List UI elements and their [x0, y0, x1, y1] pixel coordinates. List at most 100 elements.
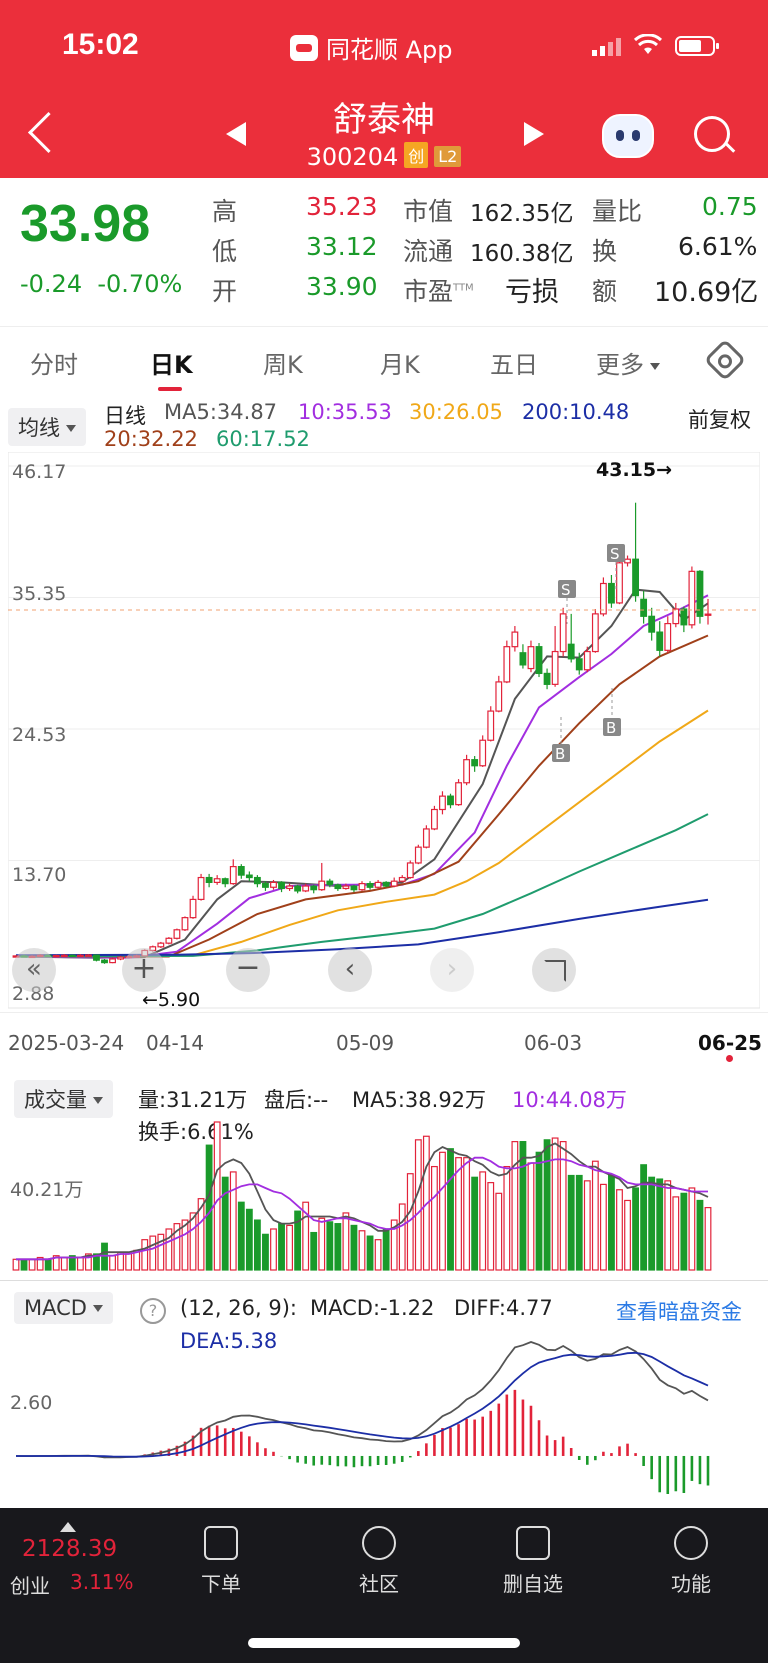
amount-label: 额 — [592, 277, 618, 306]
volume-bar — [310, 1231, 318, 1271]
fullscreen-icon[interactable] — [532, 948, 576, 992]
volume-bar — [221, 1176, 229, 1271]
change-value: -0.24 — [20, 270, 83, 298]
volume-bar — [503, 1165, 511, 1271]
signal-icon — [592, 36, 621, 56]
after-hours: 盘后:-- — [264, 1088, 329, 1112]
volume-bar — [414, 1139, 422, 1271]
candle-body — [559, 613, 567, 653]
board-tag: 创 — [404, 142, 429, 168]
candle-body — [632, 558, 639, 597]
tab-five-day[interactable]: 五日 — [490, 345, 538, 380]
tab-weekly-k[interactable]: 周K — [263, 345, 303, 380]
candle-body — [165, 937, 173, 944]
candle-body — [503, 646, 511, 683]
nav-remove-watchlist[interactable]: 删自选 — [488, 1526, 578, 1597]
robot-assistant-icon[interactable] — [602, 114, 654, 158]
mcap-label: 市值 — [403, 197, 454, 226]
macd-selector[interactable]: MACD — [14, 1292, 113, 1324]
settings-icon[interactable] — [703, 338, 747, 382]
scroll-right-icon[interactable]: › — [430, 948, 474, 992]
volume-bar — [688, 1187, 696, 1271]
tab-more[interactable]: 更多 — [596, 345, 660, 380]
nav-remove-label: 删自选 — [503, 1572, 563, 1596]
period-tabs: 分时 日K 周K 月K 五日 更多 — [0, 326, 768, 393]
adjust-mode[interactable]: 前复权 — [688, 404, 751, 434]
next-stock-icon[interactable] — [524, 122, 544, 146]
nav-functions[interactable]: 功能 — [646, 1526, 736, 1597]
candle-body — [189, 898, 197, 919]
ma5-value: MA5:34.87 — [164, 400, 278, 424]
pe-sup: TTM — [453, 282, 474, 294]
max-price-label: 43.15→ — [596, 459, 672, 481]
volume-bar — [382, 1228, 390, 1271]
volume-bar — [616, 1189, 623, 1271]
tab-daily-k[interactable]: 日K — [150, 345, 193, 380]
zoom-in-icon[interactable]: + — [122, 948, 166, 992]
dark-pool-link[interactable]: 查看暗盘资金 — [616, 1296, 742, 1326]
high-value: 35.23 — [306, 192, 378, 221]
tab-timeshare[interactable]: 分时 — [30, 345, 78, 380]
ma-selector-label: 均线 — [18, 416, 60, 440]
status-icons — [592, 34, 719, 56]
kline-chart[interactable]: 46.17 35.35 24.53 13.70 S S B B 43.15→ ←… — [8, 452, 760, 1010]
candle-body — [495, 681, 503, 712]
candle-body — [326, 880, 334, 886]
candle-body — [245, 874, 253, 879]
macd-chart: 2.60 — [10, 1341, 710, 1494]
macd-value: MACD:-1.22 — [310, 1296, 435, 1320]
open-label: 开 — [212, 277, 238, 306]
last-price: 33.98 — [20, 195, 151, 253]
y-label-4: 13.70 — [12, 864, 66, 886]
volume-bar — [487, 1182, 495, 1271]
candle-body — [439, 795, 446, 811]
candle-body — [366, 883, 374, 888]
candle-body — [648, 615, 656, 633]
candle-body — [278, 881, 285, 890]
candle-body — [543, 672, 551, 685]
volume-bar — [519, 1141, 527, 1271]
zoom-out-icon[interactable]: − — [226, 948, 270, 992]
collapse-left-icon[interactable]: « — [12, 948, 56, 992]
candle-body — [608, 582, 615, 604]
low-label: 低 — [212, 237, 238, 266]
index-percent: 3.11% — [70, 1570, 134, 1594]
candle-body — [431, 808, 438, 830]
candle-body — [406, 862, 414, 879]
scroll-left-icon[interactable]: ‹ — [328, 948, 372, 992]
candle-body — [334, 884, 342, 890]
nav-community-label: 社区 — [359, 1572, 399, 1596]
date-start: 2025-03-24 — [8, 1031, 125, 1055]
volume-bar — [28, 1258, 36, 1271]
candle-body — [173, 929, 181, 939]
candle-body — [463, 759, 471, 784]
volume-bar — [229, 1171, 237, 1271]
candle-body — [414, 846, 422, 864]
order-icon — [204, 1526, 238, 1560]
svg-text:B: B — [555, 745, 565, 763]
status-app-name: 同花顺 App — [290, 30, 453, 65]
candle-body — [318, 880, 326, 891]
date-end: 06-25 — [698, 1031, 762, 1055]
tab-monthly-k[interactable]: 月K — [380, 345, 420, 380]
candle-body — [567, 643, 575, 660]
macd-selector-label: MACD — [24, 1296, 87, 1320]
turnover-value: 6.61% — [678, 232, 758, 261]
svg-text:S: S — [610, 545, 620, 563]
index-value[interactable]: 2128.39 — [22, 1536, 117, 1562]
nav-community[interactable]: 社区 — [334, 1526, 424, 1597]
volume-bar — [398, 1203, 406, 1271]
active-tab-indicator — [158, 387, 182, 391]
help-icon[interactable]: ? — [140, 1298, 166, 1324]
ma-selector[interactable]: 均线 — [8, 408, 86, 446]
volume-bar — [551, 1137, 559, 1271]
volume-bar — [648, 1176, 656, 1271]
mcap-value: 162.35亿 — [470, 201, 574, 227]
search-icon[interactable] — [694, 116, 730, 152]
volume-bar — [479, 1171, 487, 1271]
app-logo-icon — [290, 34, 318, 61]
nav-order[interactable]: 下单 — [176, 1526, 266, 1597]
wifi-icon — [633, 34, 663, 54]
volume-bar — [704, 1206, 712, 1271]
low-value: 33.12 — [306, 232, 378, 261]
